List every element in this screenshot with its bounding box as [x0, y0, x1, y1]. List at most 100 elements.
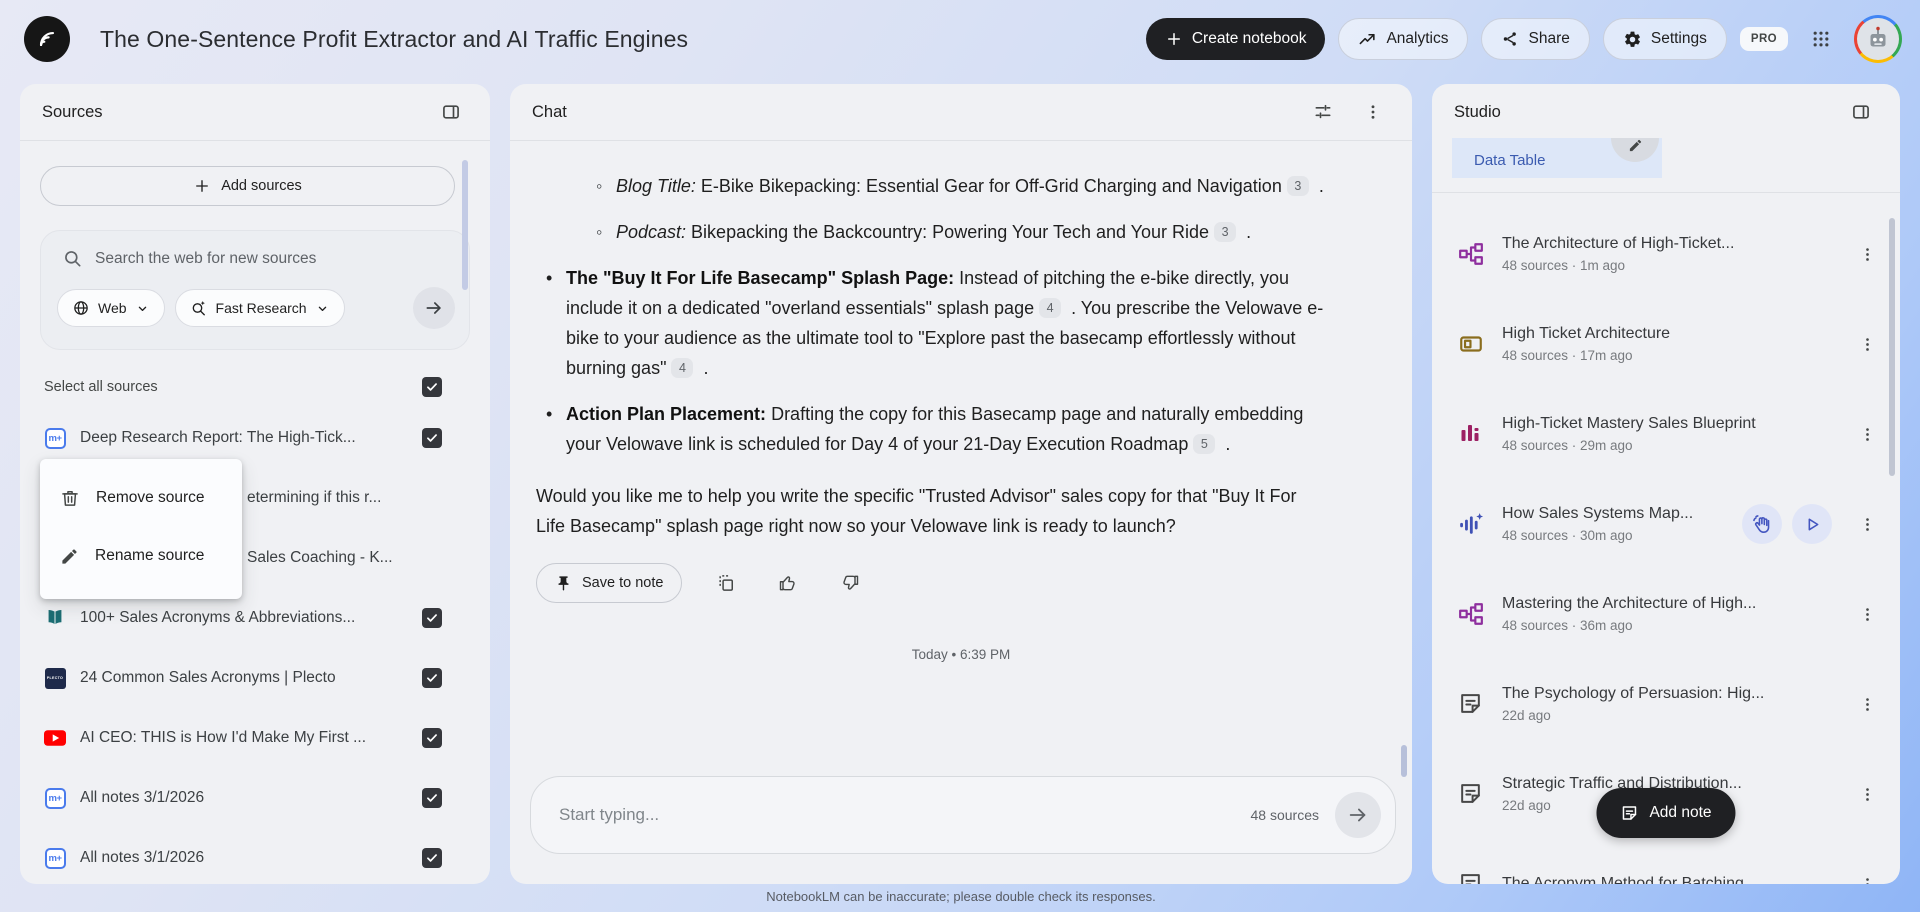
- studio-item-meta: 22d ago: [1502, 708, 1834, 723]
- studio-item-meta: 48 sources · 29m ago: [1502, 438, 1834, 453]
- studio-item-title: The Acronym Method for Batching...: [1502, 875, 1834, 884]
- kebab-menu-icon: [1859, 606, 1876, 623]
- source-checkbox[interactable]: [422, 848, 442, 868]
- hand-wave-icon: [1752, 514, 1773, 535]
- studio-item[interactable]: The Psychology of Persuasion: Hig... 22d …: [1432, 659, 1900, 749]
- source-search-box: Web Fast Research: [40, 230, 470, 350]
- studio-item[interactable]: The Architecture of High-Ticket... 48 sou…: [1432, 209, 1900, 299]
- chat-paragraph: Would you like me to help you write the …: [536, 481, 1330, 541]
- item-menu-button[interactable]: [1852, 239, 1882, 269]
- studio-item[interactable]: Mastering the Architecture of High...48 …: [1432, 569, 1900, 659]
- chat-input[interactable]: [559, 805, 1251, 825]
- thumbs-down-button[interactable]: [832, 565, 868, 601]
- studio-item[interactable]: How Sales Systems Map...48 sources · 30m…: [1432, 479, 1900, 569]
- item-menu-button[interactable]: [1852, 599, 1882, 629]
- studio-item[interactable]: The Acronym Method for Batching...: [1432, 839, 1900, 884]
- studio-item-title: The Architecture of High-Ticket...: [1502, 235, 1834, 253]
- source-checkbox[interactable]: [422, 608, 442, 628]
- chat-inputbar: 48 sources: [530, 776, 1396, 854]
- notebook-title[interactable]: The One-Sentence Profit Extractor and AI…: [100, 26, 688, 53]
- sources-title: Sources: [42, 103, 103, 122]
- item-menu-button[interactable]: [1852, 419, 1882, 449]
- interactive-mode-button[interactable]: [1742, 504, 1782, 544]
- studio-item-meta: 48 sources · 30m ago: [1502, 528, 1724, 543]
- source-checkbox[interactable]: [422, 788, 442, 808]
- studio-item[interactable]: High-Ticket Mastery Sales Blueprint48 so…: [1432, 389, 1900, 479]
- analytics-button[interactable]: Analytics: [1338, 18, 1468, 60]
- plecto-favicon: PLECTO: [45, 668, 66, 689]
- trash-icon: [60, 488, 80, 508]
- collapse-sources-button[interactable]: [434, 95, 468, 129]
- search-icon: [63, 249, 83, 269]
- studio-item-title: The Psychology of Persuasion: Hig...: [1502, 685, 1834, 703]
- citation-chip[interactable]: 4: [671, 358, 693, 378]
- select-all-checkbox[interactable]: [422, 377, 442, 397]
- studio-scrollbar[interactable]: [1889, 218, 1895, 476]
- settings-button[interactable]: Settings: [1603, 18, 1727, 60]
- bar-chart-icon: [1458, 421, 1482, 445]
- add-sources-button[interactable]: Add sources: [40, 166, 455, 206]
- thumbs-up-button[interactable]: [770, 565, 806, 601]
- kebab-menu-icon: [1859, 246, 1876, 263]
- citation-chip[interactable]: 3: [1287, 176, 1309, 196]
- web-filter-dropdown[interactable]: Web: [57, 289, 165, 327]
- citation-chip[interactable]: 3: [1214, 222, 1236, 242]
- chat-scrollbar[interactable]: [1401, 745, 1407, 777]
- source-row[interactable]: m+All notes 3/1/2026: [20, 768, 490, 828]
- chat-more-button[interactable]: [1356, 95, 1390, 129]
- kebab-menu-icon: [1859, 426, 1876, 443]
- notebooklm-logo-icon[interactable]: [24, 16, 70, 62]
- share-button[interactable]: Share: [1481, 18, 1589, 60]
- copy-button[interactable]: [708, 565, 744, 601]
- user-avatar[interactable]: [1854, 15, 1902, 63]
- collapse-studio-button[interactable]: [1844, 95, 1878, 129]
- add-note-button[interactable]: Add note: [1596, 788, 1735, 838]
- source-title: Sales Coaching - K...: [247, 549, 412, 567]
- gear-icon: [1623, 30, 1642, 49]
- save-to-note-button[interactable]: Save to note: [536, 563, 682, 603]
- select-all-row: Select all sources: [20, 372, 490, 402]
- source-checkbox[interactable]: [422, 428, 442, 448]
- send-button[interactable]: [1335, 792, 1381, 838]
- sources-scrollbar[interactable]: [462, 160, 468, 290]
- select-all-label: Select all sources: [44, 379, 158, 395]
- note-icon: [1458, 871, 1483, 884]
- search-input[interactable]: [95, 250, 455, 268]
- studio-item-meta: 48 sources · 17m ago: [1502, 348, 1834, 363]
- item-menu-button[interactable]: [1852, 329, 1882, 359]
- app-header: The One-Sentence Profit Extractor and AI…: [0, 0, 1920, 78]
- studio-item-meta: 48 sources · 1m ago: [1502, 258, 1834, 273]
- item-menu-button[interactable]: [1852, 869, 1882, 884]
- assistant-message: Blog Title: E-Bike Bikepacking: Essentia…: [510, 141, 1376, 541]
- source-row[interactable]: m+All notes 3/1/2026: [20, 828, 490, 884]
- citation-chip[interactable]: 5: [1193, 434, 1215, 454]
- studio-chip-row: Data Table: [1432, 138, 1900, 178]
- notebook-note-icon: m+: [45, 848, 66, 869]
- source-row[interactable]: PLECTO24 Common Sales Acronyms | Plecto: [20, 648, 490, 708]
- research-mode-dropdown[interactable]: Fast Research: [175, 289, 345, 327]
- source-row[interactable]: AI CEO: THIS is How I'd Make My First ..…: [20, 708, 490, 768]
- citation-chip[interactable]: 4: [1039, 298, 1061, 318]
- play-icon: [1803, 515, 1822, 534]
- panel-collapse-icon: [441, 102, 461, 122]
- create-notebook-button[interactable]: Create notebook: [1146, 18, 1326, 60]
- share-icon: [1501, 30, 1519, 48]
- studio-panel: Studio Data Table The Architecture of Hi…: [1432, 84, 1900, 884]
- studio-title: Studio: [1454, 103, 1501, 122]
- item-menu-button[interactable]: [1852, 779, 1882, 809]
- apps-grid-button[interactable]: [1801, 19, 1841, 59]
- menu-item-rename-source[interactable]: Rename source: [40, 527, 242, 585]
- source-checkbox[interactable]: [422, 728, 442, 748]
- menu-item-remove-source[interactable]: Remove source: [40, 469, 242, 527]
- play-button[interactable]: [1792, 504, 1832, 544]
- source-checkbox[interactable]: [422, 668, 442, 688]
- item-menu-button[interactable]: [1852, 509, 1882, 539]
- kebab-menu-icon: [1364, 103, 1382, 121]
- trending-up-icon: [1358, 30, 1377, 49]
- submit-search-button[interactable]: [413, 287, 455, 329]
- item-menu-button[interactable]: [1852, 689, 1882, 719]
- studio-item[interactable]: High Ticket Architecture48 sources · 17m…: [1432, 299, 1900, 389]
- chat-settings-button[interactable]: [1306, 95, 1340, 129]
- arrow-right-icon: [424, 298, 444, 318]
- note-add-icon: [1620, 804, 1638, 822]
